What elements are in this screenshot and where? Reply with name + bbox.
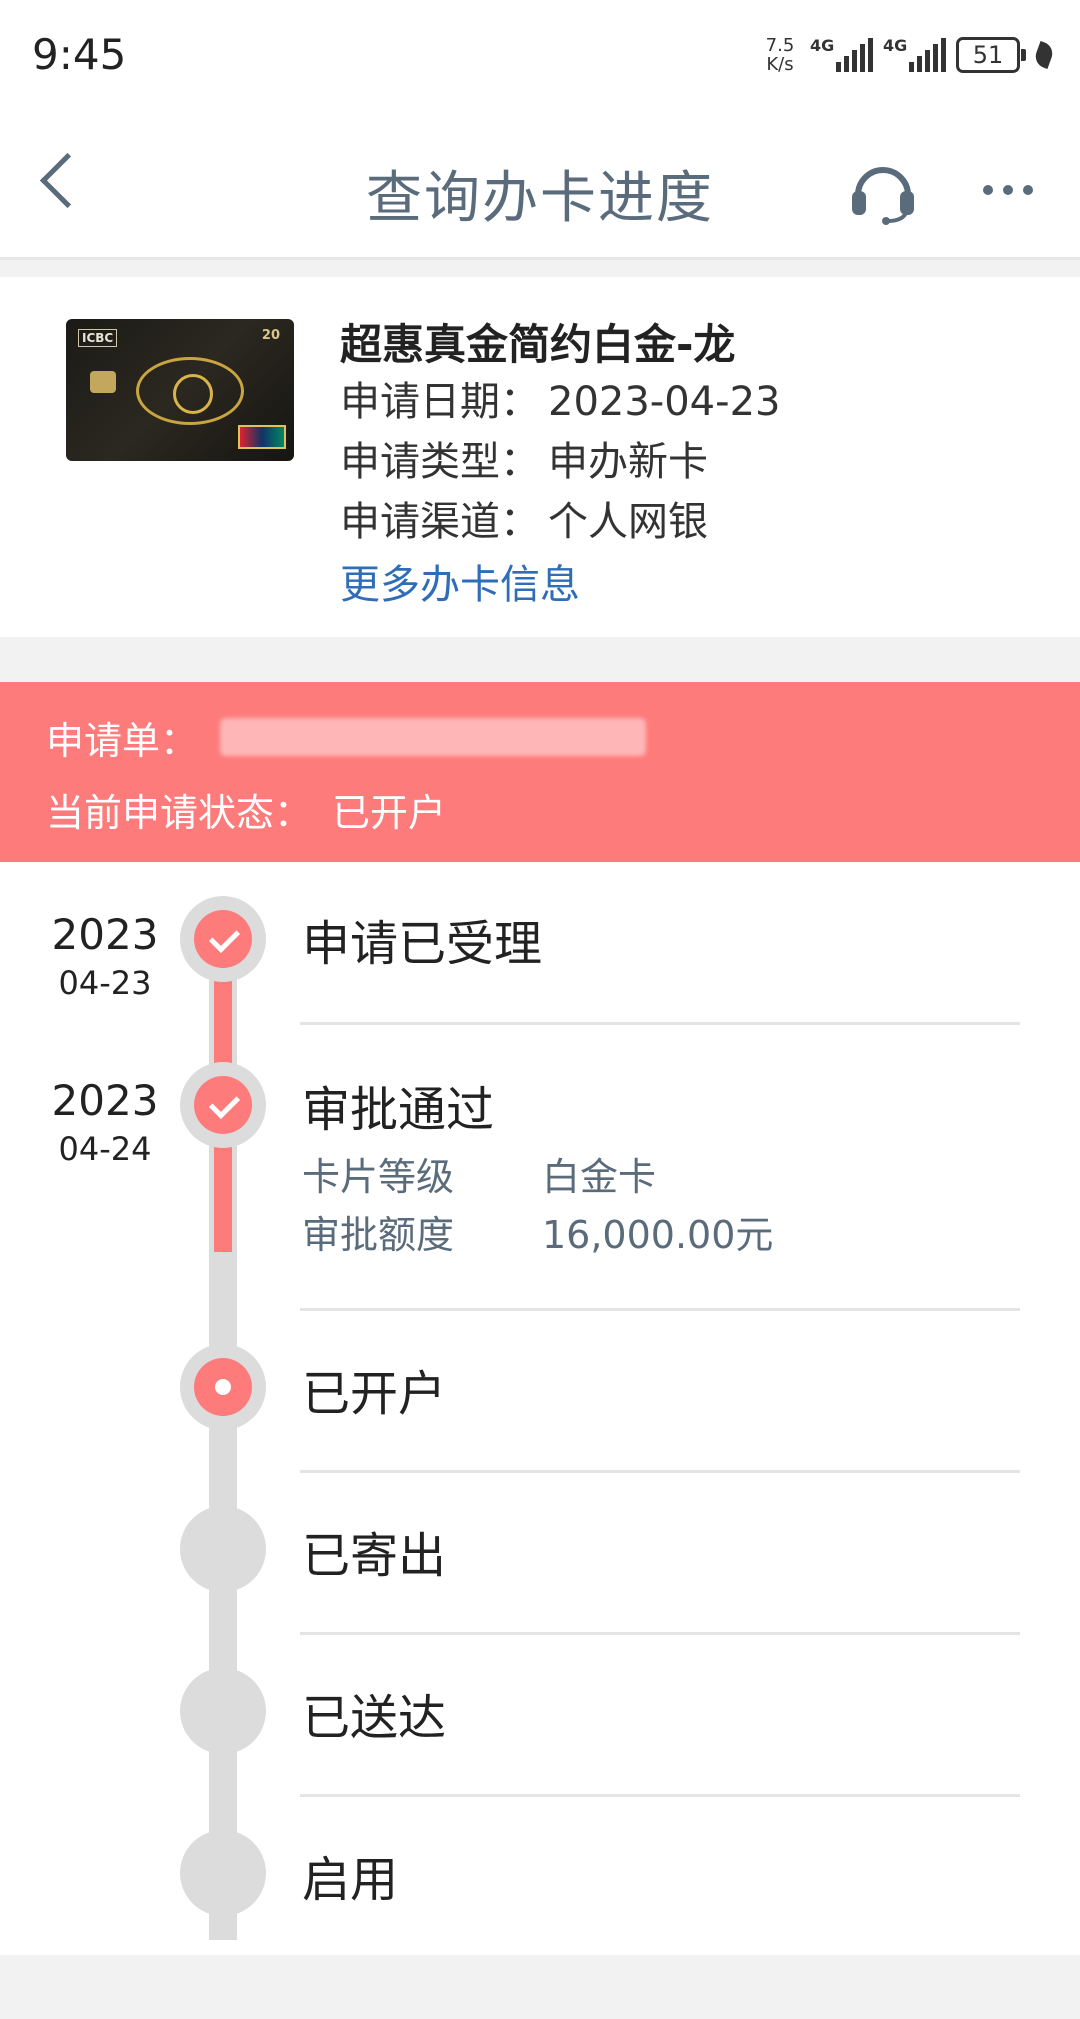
divider (300, 1794, 1020, 1797)
signal-icon-2: 4G (883, 36, 946, 72)
step-year: 2023 (51, 910, 159, 959)
card-info-section: ICBC 20 超惠真金简约白金-龙 申请日期： 2023-04-23 申请类型：… (0, 277, 1080, 637)
customer-service-headset-icon[interactable] (848, 155, 918, 225)
step-year: 2023 (51, 1076, 159, 1125)
more-card-info-link[interactable]: 更多办卡信息 (340, 552, 580, 610)
status-time: 9:45 (32, 30, 127, 79)
step-title: 已送达 (302, 1690, 447, 1746)
step-date: 04-24 (58, 1130, 152, 1168)
apply-channel-row: 申请渠道： 个人网银 (340, 499, 708, 545)
application-number-label: 申请单： (46, 719, 199, 763)
divider (300, 1022, 1020, 1025)
bank-logo: ICBC (78, 329, 118, 347)
card-chip (90, 371, 116, 393)
navigation-bar: 查询办卡进度 (0, 115, 1080, 260)
leaf-icon (1032, 40, 1056, 70)
step-title: 已开户 (302, 1366, 447, 1422)
status-bar: 9:45 7.5 K/s 4G 4G 51 (0, 0, 1080, 115)
apply-type-row: 申请类型： 申办新卡 (340, 439, 708, 485)
step-pending-node (180, 1668, 266, 1754)
divider (300, 1632, 1020, 1635)
step-title: 审批通过 (302, 1082, 495, 1138)
battery-icon: 51 (956, 37, 1026, 73)
check-icon (208, 1087, 241, 1120)
more-options-icon[interactable] (983, 185, 1033, 195)
dragon-emblem (136, 357, 244, 425)
progress-timeline: 2023 04-23 申请已受理 2023 04-24 审批通过 卡片等级 白金卡… (0, 862, 1080, 1955)
step-date: 04-23 (58, 964, 152, 1002)
application-status-banner: 申请单： 当前申请状态： 已开户 (0, 682, 1080, 862)
credit-card-image: ICBC 20 (66, 319, 294, 461)
step-pending-node (180, 1506, 266, 1592)
current-status-row: 当前申请状态： 已开户 (46, 791, 447, 835)
card-level-row: 卡片等级 白金卡 (302, 1155, 657, 1199)
unionpay-logo (238, 425, 286, 449)
card-badge: 20 (261, 328, 280, 343)
masked-application-number (220, 718, 646, 756)
step-done-node (180, 896, 266, 982)
apply-date-row: 申请日期： 2023-04-23 (340, 379, 781, 425)
divider (300, 1470, 1020, 1473)
network-speed: 7.5 K/s (765, 35, 795, 75)
check-icon (208, 921, 241, 954)
credit-limit-row: 审批额度 16,000.00元 (302, 1213, 774, 1257)
step-pending-node (180, 1830, 266, 1916)
step-title: 启用 (302, 1852, 399, 1908)
divider (300, 1308, 1020, 1311)
step-current-node (180, 1344, 266, 1430)
step-title: 已寄出 (302, 1528, 447, 1584)
page-title: 查询办卡进度 (366, 166, 714, 231)
step-title: 申请已受理 (302, 916, 543, 972)
step-done-node (180, 1062, 266, 1148)
card-product-name: 超惠真金简约白金-龙 (340, 320, 736, 369)
signal-icon: 4G (810, 36, 873, 72)
status-icons: 7.5 K/s 4G 4G 51 (760, 35, 1056, 75)
